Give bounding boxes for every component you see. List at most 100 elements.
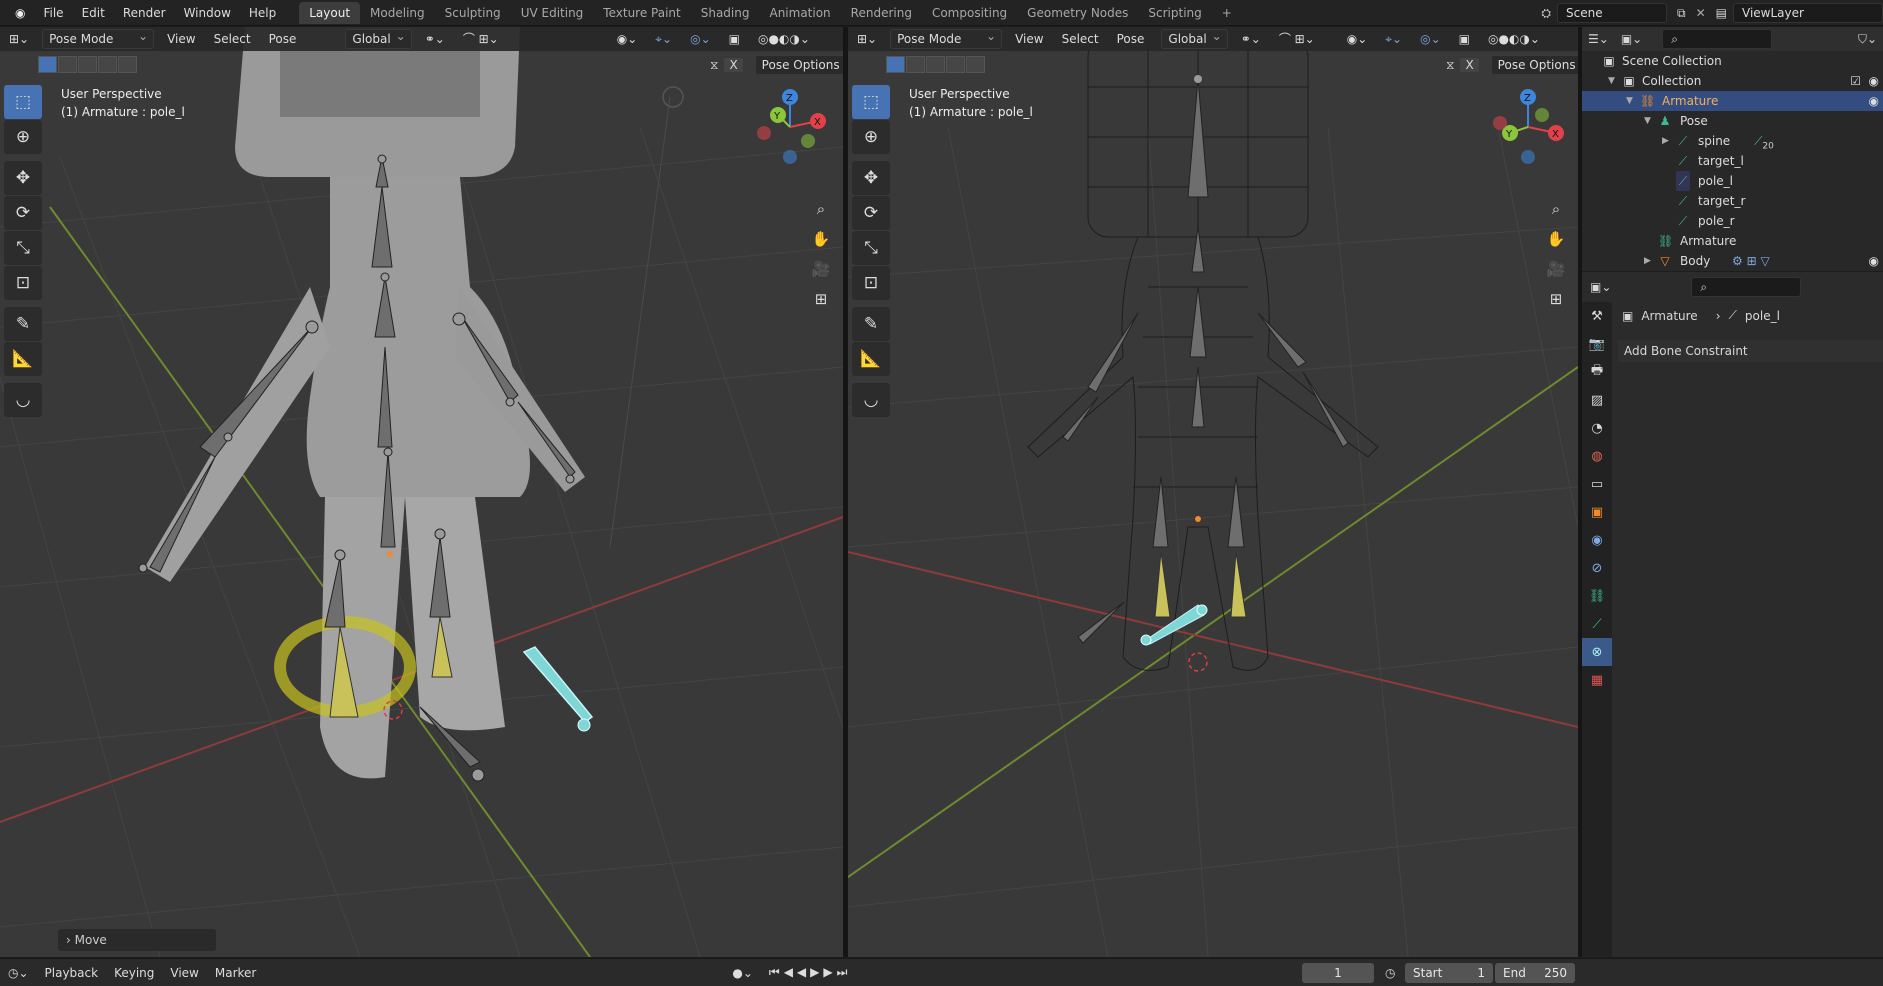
scale-tool-icon-right[interactable]: ⤡ — [852, 231, 890, 265]
annotate-tool-icon[interactable]: ✎ — [4, 307, 42, 341]
overlay-toggle-icon[interactable]: ◎⌄ — [681, 27, 720, 51]
pivot-icon[interactable]: ⚭⌄ — [416, 27, 454, 51]
blender-logo-icon[interactable]: ◉ — [6, 0, 34, 26]
frame-start-field[interactable]: Start 1 — [1405, 962, 1493, 983]
view-layer-icon[interactable]: ▤ — [1716, 6, 1727, 20]
rotate-tool-icon[interactable]: ⟳ — [4, 196, 42, 230]
relax-pose-tool-icon-right[interactable]: ◡ — [852, 383, 890, 417]
pan-hand-icon[interactable]: ✋ — [807, 225, 835, 253]
mode-selector-right[interactable]: Pose Mode — [890, 27, 1003, 49]
outliner-row-bone[interactable]: ⟋ pole_r — [1582, 211, 1883, 231]
select-new-icon[interactable] — [38, 56, 57, 73]
eye-icon[interactable]: ◉ — [1869, 91, 1879, 111]
outliner-row-bone[interactable]: ⟋ target_l — [1582, 151, 1883, 171]
menu-keying[interactable]: Keying — [106, 966, 162, 980]
object-constraints-tab-icon[interactable]: ⊘ — [1582, 554, 1612, 582]
transform-tool-icon-right[interactable]: ⊡ — [852, 266, 890, 300]
zoom-icon-right[interactable]: ⌕ — [1542, 195, 1570, 223]
select-extend-icon-right[interactable] — [906, 56, 925, 73]
select-invert-icon[interactable] — [98, 56, 117, 73]
properties-editor-icon[interactable]: ▣⌄ — [1590, 280, 1611, 294]
collection-tab-icon[interactable]: ▭ — [1582, 470, 1612, 498]
xray-toggle-icon[interactable]: ▣ — [720, 27, 749, 51]
viewport-right[interactable]: ⊞⌄ Pose Mode View Select Pose Global ⚭⌄ … — [848, 27, 1578, 957]
object-tab-icon[interactable]: ▣ — [1582, 498, 1612, 526]
select-box-tool-icon[interactable]: ⬚ — [4, 85, 42, 119]
select-extend-icon[interactable] — [58, 56, 77, 73]
remove-scene-icon[interactable]: ✕ — [1696, 6, 1706, 20]
outliner-search[interactable]: ⌕ — [1662, 29, 1773, 49]
tab-uv-editing[interactable]: UV Editing — [511, 2, 594, 24]
menu-edit[interactable]: Edit — [73, 0, 114, 26]
outliner-editor-icon[interactable]: ☰⌄ — [1588, 32, 1609, 46]
shading-modes-icon-right[interactable]: ◎●◐◑⌄ — [1479, 27, 1549, 51]
tab-texture-paint[interactable]: Texture Paint — [593, 2, 690, 24]
outliner-row-body[interactable]: ▶ ▽ Body ⚙ ⊞ ▽ ◉ — [1582, 251, 1883, 271]
x-mirror-toggle-right[interactable]: X — [1460, 58, 1479, 72]
armature-data-tab-icon[interactable]: ⛓ — [1582, 582, 1612, 610]
transform-orientation-right[interactable]: Global — [1161, 27, 1228, 49]
outliner-row-collection[interactable]: ▼ ▣ Collection ☑ ◉ — [1582, 71, 1883, 91]
mode-selector[interactable]: Pose Mode — [42, 27, 155, 49]
menu-window[interactable]: Window — [175, 0, 240, 26]
mirror-icon-right[interactable]: ⧖ — [1446, 58, 1454, 73]
render-tab-icon[interactable]: 📷 — [1582, 330, 1612, 358]
expand-arrow-icon[interactable]: ▼ — [1626, 91, 1633, 111]
navigation-gizmo-right[interactable]: Z X Y — [1488, 87, 1568, 167]
outliner-row-armature-data[interactable]: ⛓ Armature — [1582, 231, 1883, 251]
menu-view[interactable]: View — [158, 27, 204, 51]
pose-options-dropdown-right[interactable]: Pose Options — [1490, 55, 1578, 75]
menu-pose-right[interactable]: Pose — [1108, 27, 1154, 51]
select-intersect-icon[interactable] — [118, 56, 137, 73]
bone-tab-icon[interactable]: ⟋ — [1582, 610, 1612, 638]
properties-search[interactable]: ⌕ — [1691, 277, 1802, 297]
camera-icon[interactable]: 🎥 — [807, 255, 835, 283]
checkbox-icon[interactable]: ☑ — [1850, 71, 1861, 91]
expand-arrow-icon[interactable]: ▼ — [1644, 111, 1651, 131]
expand-arrow-icon[interactable]: ▼ — [1608, 71, 1615, 91]
overlay-toggle-icon-right[interactable]: ◎⌄ — [1411, 27, 1450, 51]
menu-help[interactable]: Help — [240, 0, 285, 26]
select-intersect-icon-right[interactable] — [966, 56, 985, 73]
outliner-row-bone[interactable]: ⟋ target_r — [1582, 191, 1883, 211]
camera-icon-right[interactable]: 🎥 — [1542, 255, 1570, 283]
select-box-tool-icon-right[interactable]: ⬚ — [852, 85, 890, 119]
cursor-tool-icon-right[interactable]: ⊕ — [852, 120, 890, 154]
zoom-icon[interactable]: ⌕ — [807, 195, 835, 223]
current-frame-field[interactable]: 1 — [1302, 962, 1374, 983]
outliner-row-scene-collection[interactable]: ▣ Scene Collection — [1582, 51, 1883, 71]
menu-playback[interactable]: Playback — [37, 966, 107, 980]
x-mirror-toggle[interactable]: X — [724, 58, 743, 72]
add-bone-constraint-button[interactable]: Add Bone Constraint — [1618, 340, 1883, 362]
frame-end-field[interactable]: End 250 — [1495, 962, 1575, 983]
visibility-icon-right[interactable]: ◉⌄ — [1338, 27, 1377, 51]
viewport-left[interactable]: ⊞⌄ Pose Mode View Select Pose Global ⚭⌄ … — [0, 27, 843, 957]
transform-tool-icon[interactable]: ⊡ — [4, 266, 42, 300]
tab-geometry-nodes[interactable]: Geometry Nodes — [1017, 2, 1138, 24]
outliner-row-pose[interactable]: ▼ ♟ Pose — [1582, 111, 1883, 131]
shading-modes-icon[interactable]: ◎●◐◑⌄ — [749, 27, 819, 51]
tab-scripting[interactable]: Scripting — [1138, 2, 1211, 24]
measure-tool-icon[interactable]: 📐 — [4, 342, 42, 376]
move-tool-icon[interactable]: ✥ — [4, 161, 42, 195]
menu-select-right[interactable]: Select — [1053, 27, 1108, 51]
rotate-tool-icon-right[interactable]: ⟳ — [852, 196, 890, 230]
grid-ortho-icon[interactable]: ⊞ — [807, 285, 835, 313]
menu-view-right[interactable]: View — [1006, 27, 1052, 51]
tab-modeling[interactable]: Modeling — [360, 2, 435, 24]
pan-hand-icon-right[interactable]: ✋ — [1542, 225, 1570, 253]
menu-view-timeline[interactable]: View — [162, 966, 206, 980]
tab-compositing[interactable]: Compositing — [922, 2, 1017, 24]
world-tab-icon[interactable]: ◍ — [1582, 442, 1612, 470]
outliner-row-armature[interactable]: ▼ ⛓ Armature ◉ — [1582, 91, 1883, 111]
menu-marker[interactable]: Marker — [207, 966, 264, 980]
texture-tab-icon[interactable]: ▦ — [1582, 666, 1612, 694]
pose-options-dropdown[interactable]: Pose Options — [754, 55, 843, 75]
new-scene-icon[interactable]: ⧉ — [1677, 6, 1686, 21]
mirror-icon[interactable]: ⧖ — [710, 58, 718, 73]
editor-type-icon-right[interactable]: ⊞⌄ — [848, 27, 886, 51]
outliner-row-bone[interactable]: ⟋ pole_l — [1582, 171, 1883, 191]
scale-tool-icon[interactable]: ⤡ — [4, 231, 42, 265]
outliner-row-bone[interactable]: ▶ ⟋ spine ⟋20 — [1582, 131, 1883, 151]
relax-pose-tool-icon[interactable]: ◡ — [4, 383, 42, 417]
